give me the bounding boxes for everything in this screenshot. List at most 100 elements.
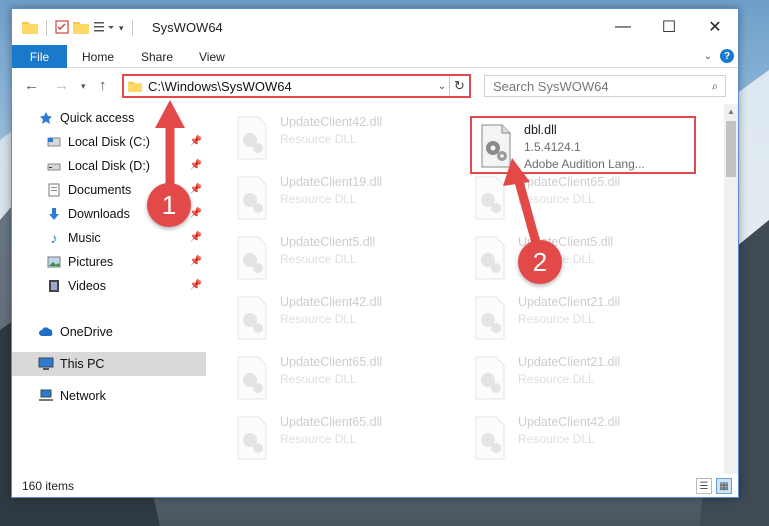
list-item[interactable]: UpdateClient65.dll Resource DLL <box>234 354 454 406</box>
sidebar-item-local-disk-c[interactable]: Local Disk (C:) 📌 <box>12 130 206 154</box>
file-type: Resource DLL <box>518 312 595 326</box>
pin-icon: 📌 <box>189 208 202 219</box>
sidebar-item-network[interactable]: Network <box>12 384 206 408</box>
sidebar-item-quick-access[interactable]: Quick access <box>12 106 206 130</box>
refresh-icon[interactable]: ↻ <box>449 76 469 96</box>
file-name: UpdateClient65.dll <box>280 415 383 429</box>
back-arrow-icon[interactable]: ← <box>24 77 39 94</box>
dll-file-icon <box>237 116 267 160</box>
file-name: UpdateClient21.dll <box>518 355 621 369</box>
list-item[interactable]: UpdateClient21.dll Resource DLL <box>472 294 692 346</box>
minimize-button[interactable]: — <box>600 9 646 45</box>
file-explorer-window: ▾ SysWOW64 — ☐ ✕ File Home Share View ⌄ … <box>11 8 739 498</box>
sidebar-item-this-pc[interactable]: This PC <box>12 352 206 376</box>
customize-toolbar-icon[interactable] <box>93 20 115 37</box>
title-bar: ▾ SysWOW64 — ☐ ✕ <box>12 9 738 45</box>
list-item[interactable]: UpdateClient65.dll Resource DLL <box>234 414 454 466</box>
expand-ribbon-icon[interactable]: ⌄ <box>704 51 712 62</box>
tab-file[interactable]: File <box>12 45 67 68</box>
new-folder-icon[interactable] <box>73 20 89 37</box>
sidebar-item-label: Quick access <box>60 111 135 125</box>
file-name: UpdateClient5.dll <box>280 235 376 249</box>
file-type: Resource DLL <box>280 192 357 206</box>
scrollbar-thumb[interactable] <box>726 121 736 177</box>
scroll-up-icon[interactable]: ▲ <box>724 104 738 118</box>
tab-home[interactable]: Home <box>82 50 114 64</box>
quick-access-toolbar: ▾ <box>22 19 137 37</box>
sidebar-item-videos[interactable]: Videos 📌 <box>12 274 206 298</box>
sidebar-item-label: Local Disk (C:) <box>68 135 150 149</box>
sidebar-item-local-disk-d[interactable]: Local Disk (D:) 📌 <box>12 154 206 178</box>
tab-view[interactable]: View <box>199 50 225 64</box>
sidebar-item-label: Documents <box>68 183 132 197</box>
videos-icon <box>46 279 62 293</box>
highlighted-file-dbl-dll[interactable]: dbl.dll 1.5.4124.1 Adobe Audition Lang..… <box>470 116 696 174</box>
sidebar-item-pictures[interactable]: Pictures 📌 <box>12 250 206 274</box>
tiles-view-icon[interactable]: ▦ <box>716 478 732 494</box>
folder-icon <box>128 80 142 92</box>
computer-icon <box>38 357 54 371</box>
sidebar-item-label: Downloads <box>68 207 130 221</box>
network-icon <box>38 389 54 403</box>
file-name: UpdateClient65.dll <box>518 175 621 189</box>
file-description: Adobe Audition Lang... <box>524 157 645 171</box>
recent-locations-chevron-icon[interactable]: ▾ <box>81 81 86 92</box>
sidebar-item-music[interactable]: ♪ Music 📌 <box>12 226 206 250</box>
search-input[interactable] <box>493 78 705 94</box>
documents-icon <box>46 183 62 197</box>
maximize-button[interactable]: ☐ <box>646 9 692 45</box>
close-button[interactable]: ✕ <box>692 9 738 45</box>
list-item[interactable]: UpdateClient42.dll Resource DLL <box>234 114 454 166</box>
vertical-scrollbar[interactable]: ▲ <box>724 104 738 474</box>
pin-icon: 📌 <box>189 256 202 267</box>
list-item[interactable]: UpdateClient42.dll Resource DLL <box>472 414 692 466</box>
callout-step-1: 1 <box>147 183 191 227</box>
details-view-icon[interactable]: ☰ <box>696 478 712 494</box>
dll-file-icon <box>237 416 267 460</box>
address-bar[interactable]: C:\Windows\SysWOW64 ⌄ ↻ <box>122 74 471 98</box>
folder-icon[interactable] <box>22 20 38 37</box>
list-item[interactable]: UpdateClient65.dll Resource DLL <box>472 174 692 226</box>
file-name: UpdateClient42.dll <box>280 115 383 129</box>
pictures-icon <box>46 255 62 269</box>
navigation-pane: Quick access Local Disk (C:) 📌 Local Dis… <box>12 104 207 474</box>
address-path[interactable]: C:\Windows\SysWOW64 <box>148 79 435 94</box>
address-dropdown-icon[interactable]: ⌄ <box>435 81 449 92</box>
list-item[interactable]: UpdateClient42.dll Resource DLL <box>234 294 454 346</box>
help-icon[interactable]: ? <box>720 49 734 63</box>
properties-icon[interactable] <box>55 19 69 37</box>
file-type: Resource DLL <box>280 312 357 326</box>
drive-icon <box>46 135 62 149</box>
list-item[interactable]: UpdateClient5.dllResource DLL <box>472 234 692 286</box>
file-name: dbl.dll <box>524 123 557 137</box>
toolbar-separator <box>46 20 47 36</box>
sidebar-item-label: Music <box>68 231 101 245</box>
sidebar-item-label: Pictures <box>68 255 114 269</box>
pin-icon: 📌 <box>189 136 202 147</box>
list-item[interactable]: UpdateClient19.dll Resource DLL <box>234 174 454 226</box>
star-icon <box>38 111 54 125</box>
up-arrow-icon[interactable]: ↑ <box>99 77 107 94</box>
list-item[interactable]: UpdateClient5.dll Resource DLL <box>234 234 454 286</box>
download-icon <box>46 207 62 221</box>
list-item[interactable]: UpdateClient21.dll Resource DLL <box>472 354 692 406</box>
callout-step-2: 2 <box>518 240 562 284</box>
item-count: 160 items <box>22 479 75 493</box>
view-toggle: ☰ ▦ <box>696 478 732 494</box>
dropdown-chevron-icon[interactable]: ▾ <box>119 23 124 34</box>
search-icon[interactable]: ⌕ <box>705 79 725 94</box>
file-type: Resource DLL <box>518 432 595 446</box>
file-type: Resource DLL <box>518 192 595 206</box>
pin-icon: 📌 <box>189 280 202 291</box>
ribbon-right-controls: ⌄ ? <box>704 49 734 63</box>
dll-file-icon <box>475 236 505 280</box>
file-type: Resource DLL <box>280 252 357 266</box>
search-box[interactable]: ⌕ <box>484 75 726 97</box>
tab-share[interactable]: Share <box>141 50 173 64</box>
sidebar-item-onedrive[interactable]: OneDrive <box>12 320 206 344</box>
drive-icon <box>46 159 62 173</box>
file-list: UpdateClient42.dll Resource DLL UpdateCli… <box>210 104 724 474</box>
file-name: UpdateClient65.dll <box>280 355 383 369</box>
sidebar-item-label: Network <box>60 389 106 403</box>
forward-arrow-icon[interactable]: → <box>54 77 69 94</box>
